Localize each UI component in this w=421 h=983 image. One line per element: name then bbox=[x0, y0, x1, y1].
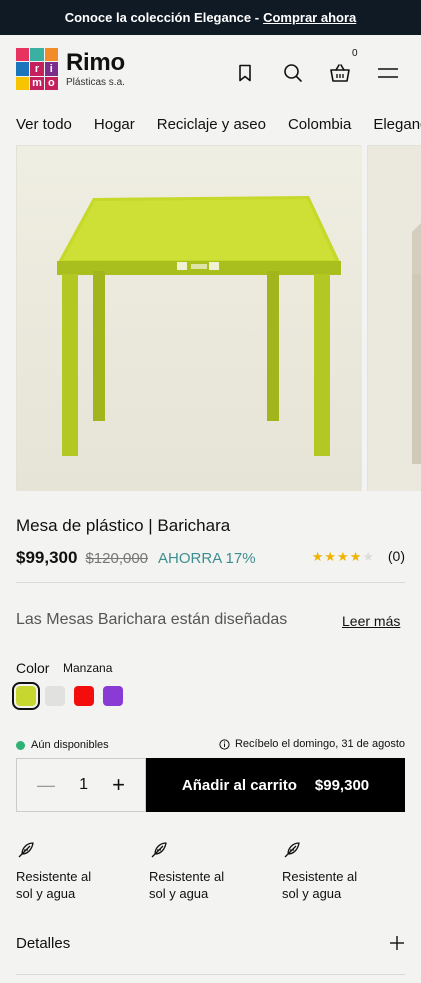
feather-icon bbox=[151, 842, 167, 858]
feather-icon bbox=[284, 842, 300, 858]
read-more-link[interactable]: Leer más bbox=[342, 613, 400, 629]
logo-mark: ri mo bbox=[16, 48, 58, 90]
increase-quantity-button[interactable]: + bbox=[112, 772, 125, 798]
feather-icon bbox=[18, 842, 34, 858]
nav-item-reciclaje[interactable]: Reciclaje y aseo bbox=[141, 116, 272, 133]
delivery-estimate: Recíbelo el domingo, 31 de agosto bbox=[219, 738, 405, 750]
swatch-morado[interactable] bbox=[103, 686, 123, 706]
brand-logo[interactable]: ri mo Rimo Plásticas s.a. bbox=[16, 48, 125, 90]
swatch-manzana[interactable] bbox=[12, 682, 40, 710]
color-swatches bbox=[12, 682, 123, 710]
feature-item: Resistente al sol y agua bbox=[149, 840, 259, 903]
star-icon: ★ bbox=[324, 549, 338, 564]
quantity-value[interactable]: 1 bbox=[79, 776, 88, 794]
product-image-next[interactable] bbox=[367, 145, 421, 491]
brand-name: Rimo bbox=[66, 48, 125, 76]
price-row: $99,300 $120,000 AHORRA 17% ★★★★★ (0) bbox=[16, 547, 405, 569]
availability-text: Aún disponibles bbox=[31, 739, 109, 751]
star-icon: ★ bbox=[337, 549, 350, 564]
delivery-text: Recíbelo el domingo, 31 de agosto bbox=[234, 738, 405, 750]
review-count[interactable]: (0) bbox=[388, 548, 405, 564]
rating-stars[interactable]: ★★★★★ bbox=[312, 549, 375, 565]
category-nav: Ver todo Hogar Reciclaje y aseo Colombia… bbox=[0, 103, 421, 145]
product-title: Mesa de plástico | Barichara bbox=[16, 516, 231, 535]
nav-item-elegance[interactable]: Elegance bbox=[357, 116, 421, 133]
color-label: Color bbox=[16, 660, 50, 676]
search-icon[interactable] bbox=[281, 61, 305, 85]
swatch-rojo[interactable] bbox=[74, 686, 94, 706]
bookmark-icon[interactable] bbox=[233, 61, 257, 85]
product-image[interactable] bbox=[16, 145, 362, 491]
cart-count-badge: 0 bbox=[352, 48, 358, 59]
add-to-cart-price: $99,300 bbox=[314, 776, 370, 794]
status-dot-icon bbox=[16, 740, 25, 750]
product-description: Las Mesas Barichara están diseñadas bbox=[16, 611, 288, 628]
feature-item: Resistente al sol y agua bbox=[16, 840, 126, 903]
swatch-gris[interactable] bbox=[45, 686, 65, 706]
feature-text: Resistente al sol y agua bbox=[149, 869, 225, 901]
plus-icon bbox=[390, 936, 404, 950]
quantity-stepper: — 1 + bbox=[16, 758, 146, 812]
availability-status: Aún disponibles bbox=[16, 739, 109, 751]
menu-icon[interactable] bbox=[376, 61, 400, 85]
decrease-quantity-button[interactable]: — bbox=[37, 775, 55, 796]
selected-color-name: Manzana bbox=[63, 661, 113, 675]
original-price: $120,000 bbox=[85, 549, 149, 567]
shop-now-link[interactable]: Comprar ahora bbox=[263, 10, 356, 25]
product-price: $99,300 bbox=[16, 548, 78, 567]
add-to-cart-label: Añadir al carrito bbox=[181, 776, 297, 794]
savings-badge: AHORRA 17% bbox=[158, 549, 256, 567]
divider bbox=[16, 582, 405, 583]
feature-text: Resistente al sol y agua bbox=[282, 869, 358, 901]
feature-text: Resistente al sol y agua bbox=[16, 869, 92, 901]
basket-icon[interactable] bbox=[328, 61, 352, 85]
nav-item-ver-todo[interactable]: Ver todo bbox=[0, 116, 78, 133]
star-icon: ★ bbox=[311, 549, 325, 564]
star-empty-icon: ★ bbox=[362, 549, 375, 564]
site-header: ri mo Rimo Plásticas s.a. 0 bbox=[0, 35, 421, 103]
brand-subtitle: Plásticas s.a. bbox=[66, 76, 125, 88]
announcement-text: Conoce la colección Elegance - bbox=[64, 10, 260, 25]
add-to-cart-button[interactable]: Añadir al carrito $99,300 bbox=[146, 758, 405, 812]
feature-item: Resistente al sol y agua bbox=[282, 840, 392, 903]
divider bbox=[16, 974, 405, 975]
announcement-bar: Conoce la colección Elegance - Comprar a… bbox=[0, 0, 421, 35]
nav-item-hogar[interactable]: Hogar bbox=[78, 116, 141, 133]
product-gallery[interactable] bbox=[16, 145, 421, 491]
info-icon bbox=[219, 738, 230, 750]
details-accordion[interactable]: Detalles bbox=[16, 927, 405, 959]
star-icon: ★ bbox=[349, 549, 363, 564]
details-label: Detalles bbox=[16, 934, 71, 952]
nav-item-colombia[interactable]: Colombia bbox=[272, 116, 357, 133]
